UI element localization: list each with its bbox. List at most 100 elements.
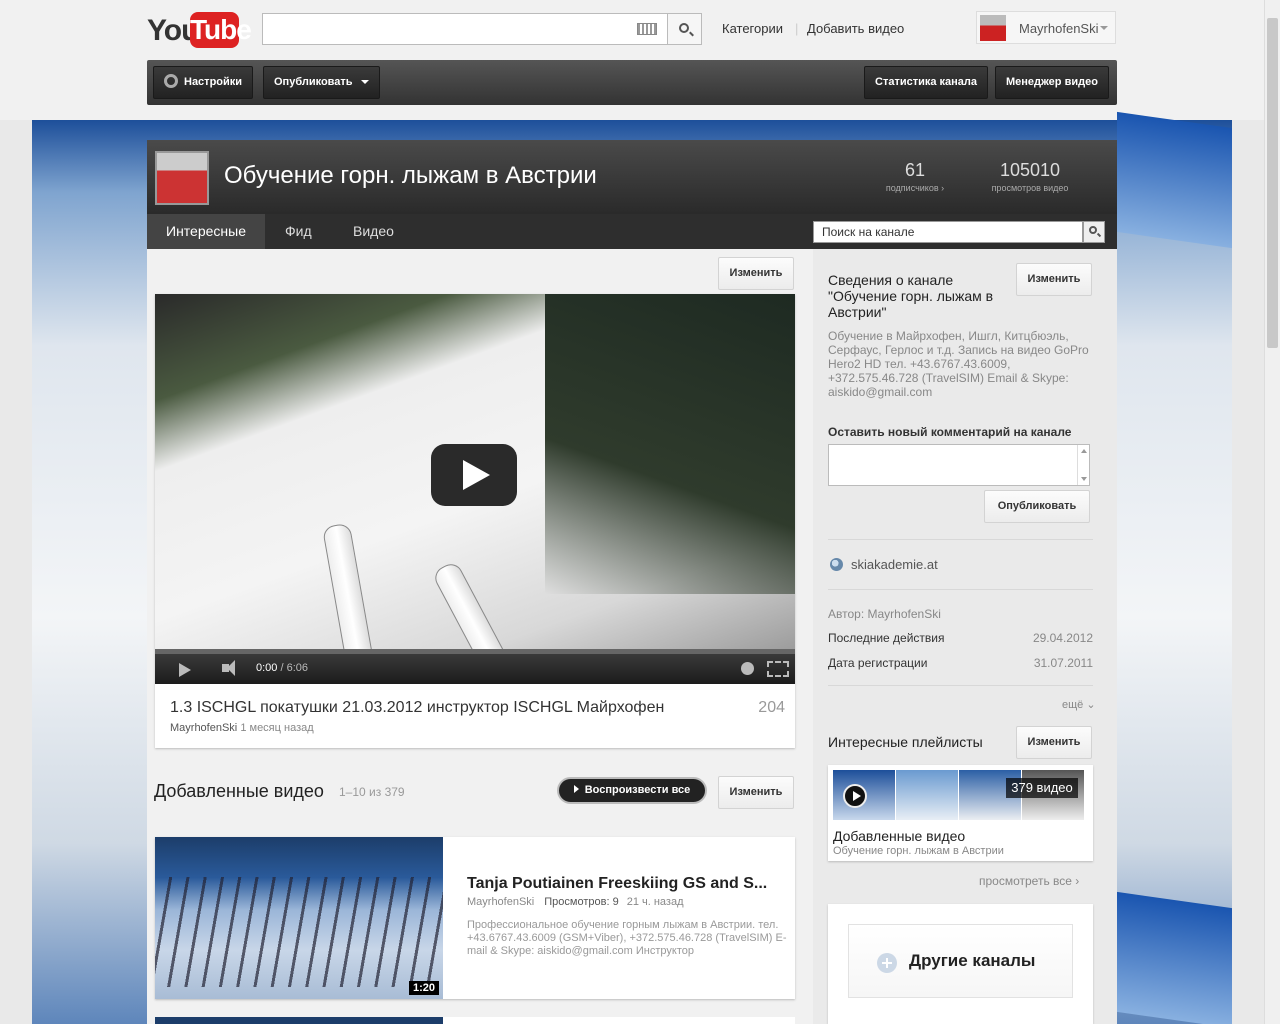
plus-icon [877,953,897,973]
settings-button[interactable]: Настройки [153,66,254,99]
edit-about-button[interactable]: Изменить [1016,263,1092,296]
time-current: 0:00 [256,662,278,674]
subscribers-stat[interactable]: 61 подписчиков › [880,160,950,193]
sidebar: Сведения о канале "Обучение горн. лыжам … [813,249,1117,1024]
divider [828,539,1093,540]
play-all-button[interactable]: Воспроизвести все [557,777,707,804]
featured-video-title[interactable]: 1.3 ISCHGL покатушки 21.03.2012 инструкт… [170,699,664,717]
gear-icon [164,74,178,89]
joined-label: Дата регистрации [828,656,928,670]
video-title[interactable]: Tanja Poutiainen Freeskiing GS and S... [467,875,787,893]
video-thumbnail[interactable]: 1:20 [155,837,443,999]
views-label: просмотров видео [991,183,1069,193]
comment-label: Оставить новый комментарий на канале [828,425,1072,439]
video-list-item[interactable] [155,1017,795,1024]
tab-videos[interactable]: Видео [334,214,413,249]
chevron-down-icon [1100,26,1108,30]
background-banner [1117,891,1232,1024]
view-all-link[interactable]: просмотреть все › [979,874,1079,888]
subscribers-label: подписчиков › [885,183,945,193]
fullscreen-icon[interactable] [767,661,789,677]
featured-video-card: 0:00 / 6:06 1.3 ISCHGL покатушки 21.03.2… [155,294,795,748]
playlists-title: Интересные плейлисты [828,734,983,750]
background-banner [1117,111,1232,249]
channel-title: Обучение горн. лыжам в Австрии [224,162,597,189]
video-list-item[interactable]: 1:20 Tanja Poutiainen Freeskiing GS and … [155,837,795,999]
featured-video-author[interactable]: MayrhofenSki [170,722,237,734]
video-manager-button[interactable]: Менеджер видео [995,66,1109,99]
video-meta: MayrhofenSki Просмотров: 9 21 ч. назад [467,896,684,908]
last-activity-value: 29.04.2012 [1032,631,1093,645]
other-channels-card: Другие каналы [828,904,1093,1024]
playlist-thumbnail [896,770,958,820]
video-frame-ski [431,560,517,654]
user-menu[interactable]: MayrhofenSki [976,11,1116,44]
categories-link[interactable]: Категории [722,21,783,36]
channel-toolbar: Настройки Опубликовать Статистика канала… [147,60,1117,105]
play-icon[interactable] [843,784,867,808]
playlist-name[interactable]: Добавленные видео [833,828,965,844]
textarea-scrollbar[interactable] [1077,445,1089,485]
time-display: 0:00 / 6:06 [256,662,308,674]
featured-video-age: 1 месяц назад [240,722,314,734]
tab-feed[interactable]: Фид [266,214,331,249]
page-scrollbar[interactable] [1264,0,1280,1024]
other-channels-button[interactable]: Другие каналы [848,924,1073,998]
video-thumbnail[interactable] [155,1017,443,1024]
comment-textarea[interactable] [828,444,1090,486]
views-stat: 105010 просмотров видео [983,160,1077,193]
chevron-down-icon [360,80,369,85]
publish-label: Опубликовать [274,76,353,88]
edit-playlists-button[interactable]: Изменить [1016,726,1092,759]
video-duration: 1:20 [408,981,439,995]
featured-video-meta: MayrhofenSki 1 месяц назад [170,722,314,734]
website-link[interactable]: skiakademie.at [851,557,938,572]
video-author[interactable]: MayrhofenSki [467,896,534,908]
scrollbar-thumb[interactable] [1267,18,1278,348]
search-icon [1089,226,1097,234]
play-icon[interactable] [179,663,191,677]
added-videos-count: 1–10 из 379 [339,785,405,799]
settings-label: Настройки [184,76,243,88]
main-column: Изменить 0:00 / 6:06 1.3 ISCHGL покатушк… [147,249,813,1024]
publish-comment-button[interactable]: Опубликовать [984,490,1090,523]
joined-value: 31.07.2011 [1033,656,1093,670]
channel-search-input[interactable]: Поиск на канале [813,221,1083,243]
play-icon[interactable] [431,444,517,506]
views-count: 105010 [999,160,1061,180]
other-channels-label: Другие каналы [909,951,1036,970]
video-player[interactable] [155,294,795,654]
search-icon [679,23,689,33]
channel-stats-button[interactable]: Статистика канала [864,66,989,99]
globe-icon [830,558,843,571]
about-description: Обучение в Майрхофен, Ишгл, Китцбюэль, С… [828,329,1089,399]
volume-icon[interactable] [222,660,235,676]
joined-row: Дата регистрации 31.07.2011 [828,656,1093,670]
masthead: You Tube Категории | Добавить видео Mayr… [0,0,1264,120]
tab-featured[interactable]: Интересные [147,214,265,249]
last-activity-label: Последние действия [828,631,945,645]
publish-dropdown-button[interactable]: Опубликовать [263,66,380,99]
youtube-logo[interactable]: You Tube [147,12,252,48]
avatar [980,15,1006,41]
search-input[interactable] [262,13,668,45]
video-frame-trees [545,294,795,594]
playlist-channel: Обучение горн. лыжам в Австрии [833,845,1004,857]
watch-later-icon[interactable] [741,662,754,675]
video-age: 21 ч. назад [626,896,684,908]
edit-featured-button[interactable]: Изменить [718,257,794,290]
more-link[interactable]: ещё ⌄ [1062,698,1096,711]
channel-search-button[interactable] [1083,221,1105,243]
channel-avatar[interactable] [155,151,209,205]
playlist-thumbnail [833,770,895,820]
video-views: Просмотров: 9 [544,896,619,908]
video-frame-ski [321,522,373,654]
time-total: / 6:06 [280,662,309,674]
upload-link[interactable]: Добавить видео [807,21,904,36]
keyboard-icon[interactable] [637,23,657,35]
link-separator: | [795,21,799,36]
playlist-card[interactable]: 379 видео Добавленные видео Обучение гор… [828,765,1093,861]
username: MayrhofenSki [1019,21,1099,36]
edit-added-button[interactable]: Изменить [718,776,794,809]
search-button[interactable] [667,13,702,45]
